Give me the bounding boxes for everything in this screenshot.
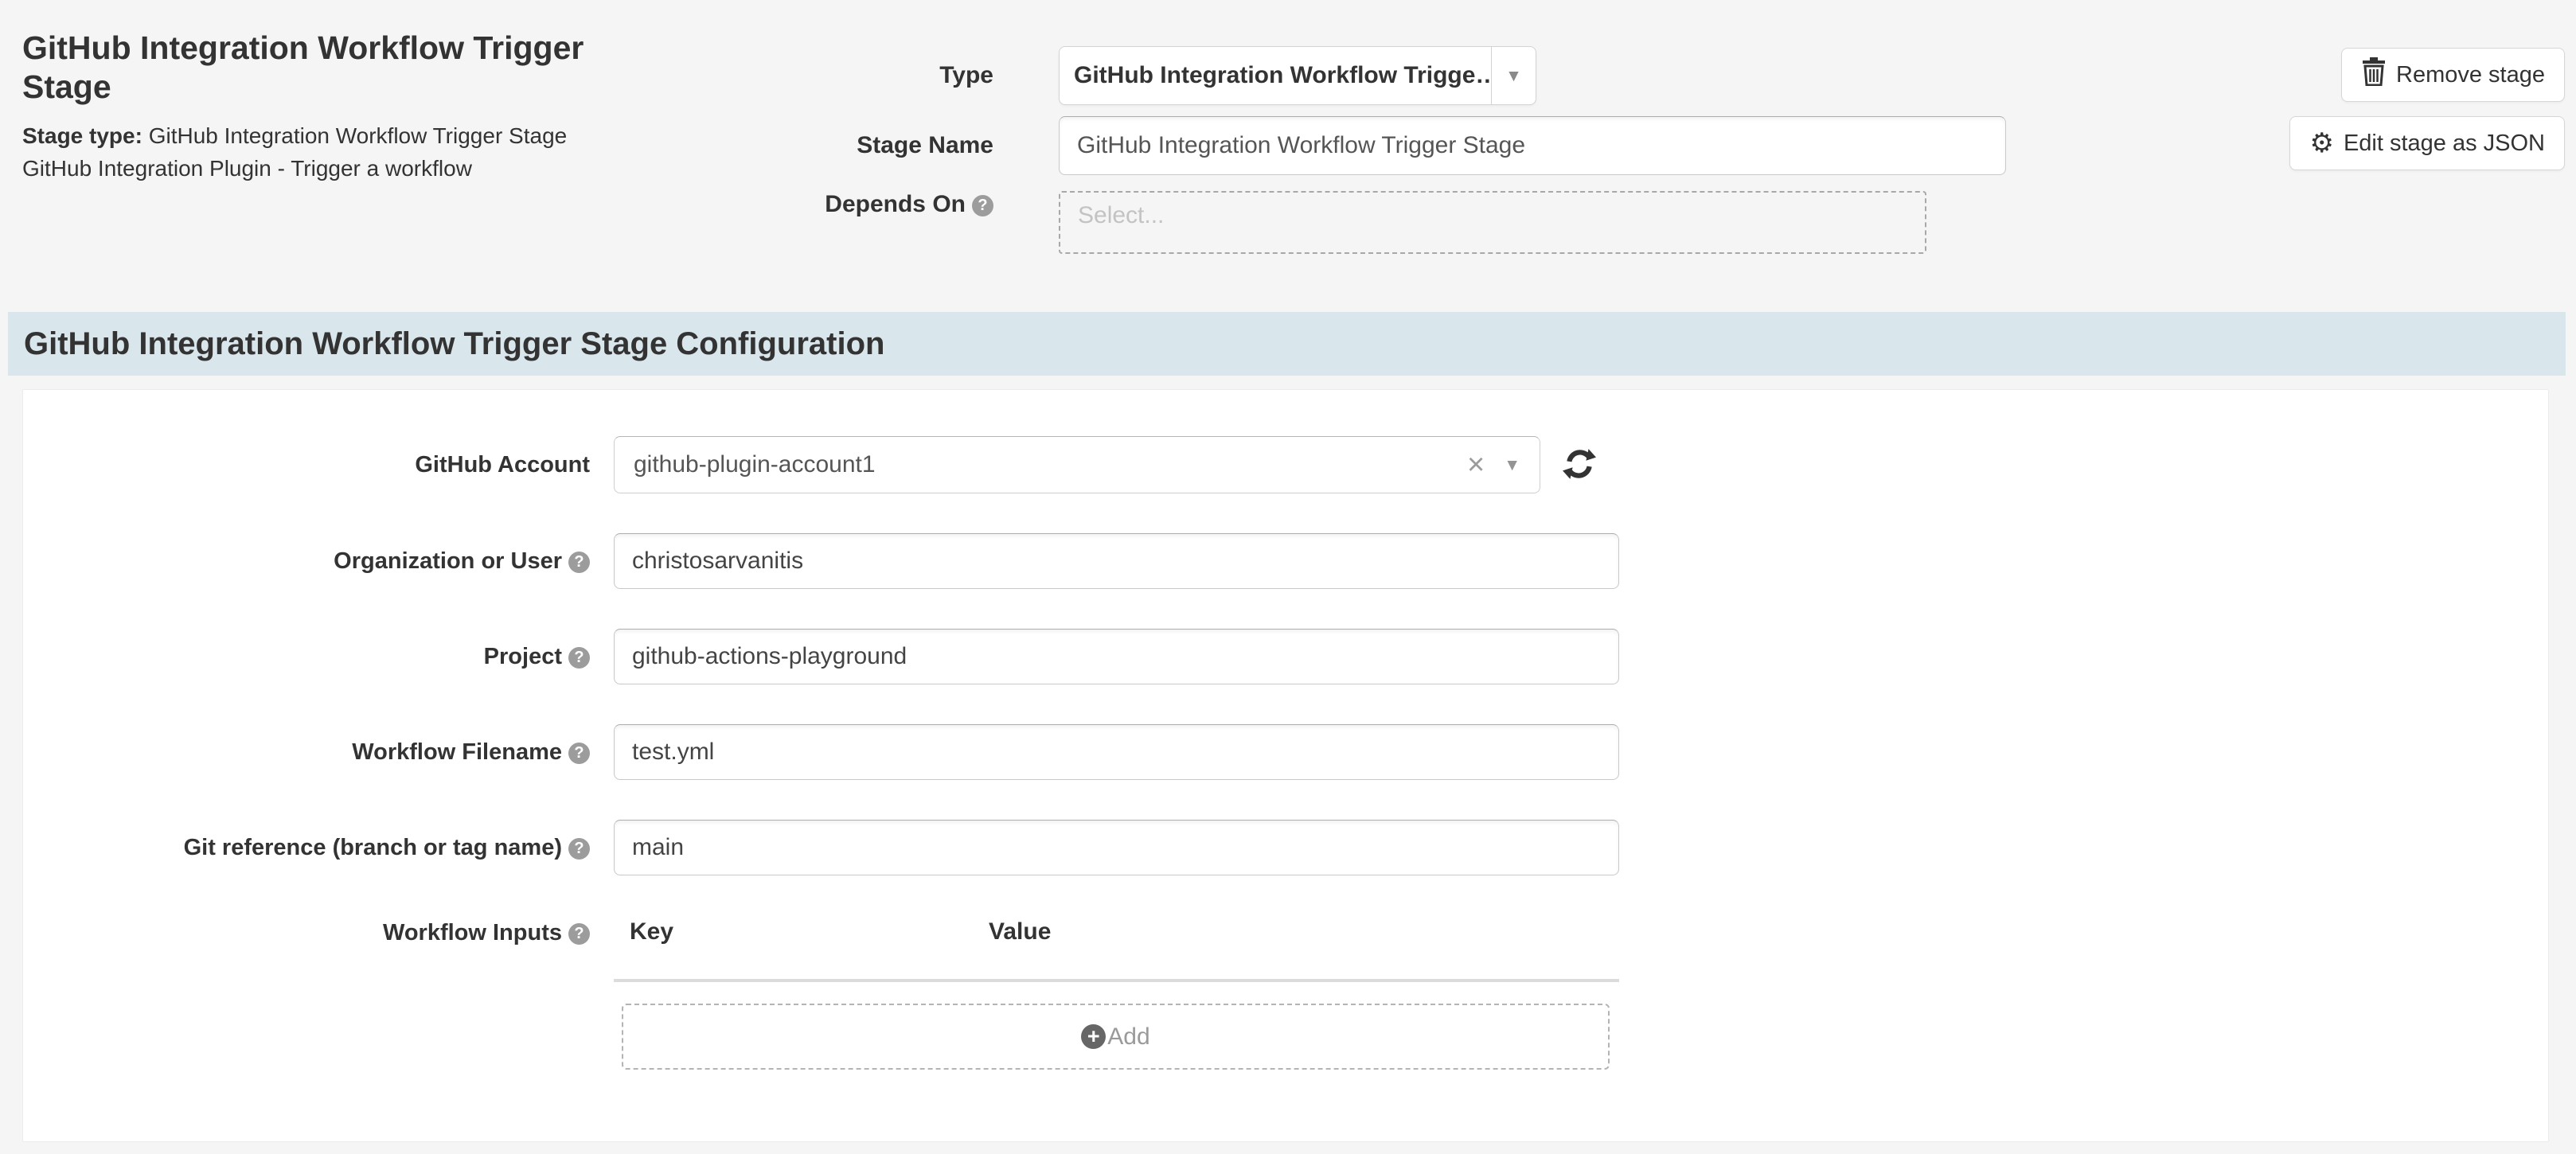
chevron-down-icon: ▼ xyxy=(1505,68,1522,84)
stage-actions: Remove stage ⚙ Edit stage as JSON xyxy=(2289,48,2565,170)
workflow-filename-label: Workflow Filename? xyxy=(23,739,590,766)
value-column-header: Value xyxy=(989,918,1051,945)
page-title: GitHub Integration Workflow Trigger Stag… xyxy=(22,29,603,107)
trash-icon xyxy=(2361,57,2387,92)
organization-label: Organization or User? xyxy=(23,548,590,575)
stage-type-line: Stage type: GitHub Integration Workflow … xyxy=(22,119,603,152)
github-account-select[interactable]: github-plugin-account1 × ▼ xyxy=(614,436,1540,493)
workflow-inputs-headers: Key Value xyxy=(614,915,1619,945)
organization-input[interactable] xyxy=(614,533,1619,589)
remove-stage-button[interactable]: Remove stage xyxy=(2341,48,2565,102)
plus-circle-icon: + xyxy=(1081,1024,1106,1049)
project-label: Project? xyxy=(23,644,590,670)
organization-row: Organization or User? xyxy=(23,533,2548,589)
config-section-header: GitHub Integration Workflow Trigger Stag… xyxy=(8,312,2566,376)
project-input[interactable] xyxy=(614,629,1619,684)
clear-icon[interactable]: × xyxy=(1467,450,1485,480)
help-icon[interactable]: ? xyxy=(972,195,993,216)
workflow-filename-input[interactable] xyxy=(614,724,1619,780)
refresh-accounts-button[interactable] xyxy=(1563,447,1596,483)
stage-name-row: Stage Name xyxy=(780,116,2006,175)
table-header-divider xyxy=(614,979,1619,982)
stage-type-value: GitHub Integration Workflow Trigger Stag… xyxy=(142,123,567,148)
remove-stage-label: Remove stage xyxy=(2396,62,2545,88)
stage-summary: GitHub Integration Workflow Trigger Stag… xyxy=(22,29,603,185)
gear-icon: ⚙ xyxy=(2309,130,2333,157)
chevron-down-icon: ▼ xyxy=(1504,457,1520,474)
help-icon[interactable]: ? xyxy=(568,743,590,764)
github-account-row: GitHub Account github-plugin-account1 × … xyxy=(23,436,2548,493)
git-reference-row: Git reference (branch or tag name)? xyxy=(23,820,2548,875)
stage-type-select-caret-segment[interactable]: ▼ xyxy=(1491,47,1536,104)
github-account-label: GitHub Account xyxy=(23,452,590,478)
config-panel: GitHub Account github-plugin-account1 × … xyxy=(22,389,2549,1142)
add-workflow-input-button[interactable]: + Add xyxy=(622,1004,1610,1070)
git-reference-label: Git reference (branch or tag name)? xyxy=(23,835,590,861)
key-column-header: Key xyxy=(614,918,989,945)
plugin-description: GitHub Integration Plugin - Trigger a wo… xyxy=(22,152,603,185)
project-row: Project? xyxy=(23,629,2548,684)
add-button-label: Add xyxy=(1107,1023,1149,1051)
stage-type-select-value: GitHub Integration Workflow Trigge… xyxy=(1060,47,1491,104)
type-row: Type GitHub Integration Workflow Trigge…… xyxy=(780,46,2006,105)
type-label: Type xyxy=(780,62,993,89)
workflow-inputs-table: Key Value + Add xyxy=(614,915,1619,1070)
stage-form: Type GitHub Integration Workflow Trigge…… xyxy=(780,46,2006,254)
help-icon[interactable]: ? xyxy=(568,923,590,945)
refresh-icon xyxy=(1563,447,1596,483)
stage-type-select[interactable]: GitHub Integration Workflow Trigge… ▼ xyxy=(1059,46,1536,105)
help-icon[interactable]: ? xyxy=(568,838,590,860)
help-icon[interactable]: ? xyxy=(568,647,590,669)
edit-stage-json-label: Edit stage as JSON xyxy=(2344,131,2545,157)
help-icon[interactable]: ? xyxy=(568,552,590,573)
workflow-filename-row: Workflow Filename? xyxy=(23,724,2548,780)
workflow-inputs-row: Workflow Inputs? Key Value + Add xyxy=(23,915,2548,1070)
stage-name-label: Stage Name xyxy=(780,132,993,159)
stage-type-label: Stage type: xyxy=(22,123,142,148)
workflow-inputs-label: Workflow Inputs? xyxy=(23,915,590,946)
depends-on-row: Depends On? Select... xyxy=(780,191,2006,254)
edit-stage-json-button[interactable]: ⚙ Edit stage as JSON xyxy=(2289,116,2565,170)
depends-on-placeholder: Select... xyxy=(1078,202,1164,228)
depends-on-label: Depends On? xyxy=(780,191,993,218)
git-reference-input[interactable] xyxy=(614,820,1619,875)
config-section-title: GitHub Integration Workflow Trigger Stag… xyxy=(24,326,884,362)
depends-on-select[interactable]: Select... xyxy=(1059,191,1926,254)
stage-name-input[interactable] xyxy=(1059,116,2006,175)
github-account-value: github-plugin-account1 xyxy=(634,451,1467,478)
